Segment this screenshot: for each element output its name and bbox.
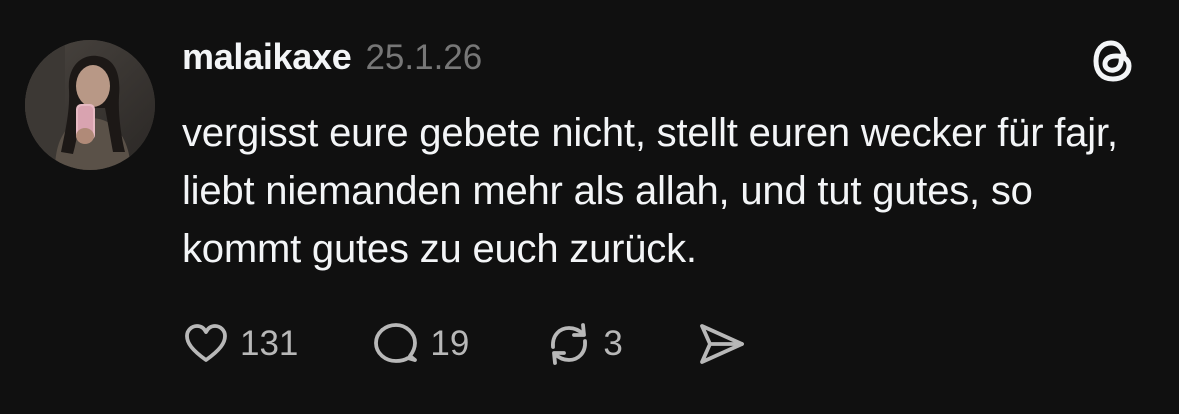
post-date: 25.1.26 [365,38,483,77]
repost-button[interactable]: 3 [545,320,623,368]
avatar[interactable] [25,40,155,170]
like-button[interactable]: 131 [182,320,298,368]
send-paper-plane-icon [699,324,744,364]
avatar-photo [25,40,155,170]
threads-logo-icon [1091,36,1139,84]
threads-post: malaikaxe 25.1.26 vergisst eure gebete n… [0,0,1179,414]
action-bar: 131 19 3 [182,318,747,370]
post-header: malaikaxe 25.1.26 [182,36,482,84]
post-text: vergisst eure gebete nicht, stellt euren… [182,111,1118,271]
share-button[interactable] [697,320,747,368]
heart-icon [185,324,227,362]
repost-count: 3 [603,324,623,363]
reply-button[interactable]: 19 [372,320,469,368]
speech-bubble-icon [374,323,418,363]
reply-count: 19 [430,324,470,363]
username-link[interactable]: malaikaxe [182,36,352,78]
repost-arrows-icon [551,323,588,365]
like-count: 131 [240,324,299,363]
